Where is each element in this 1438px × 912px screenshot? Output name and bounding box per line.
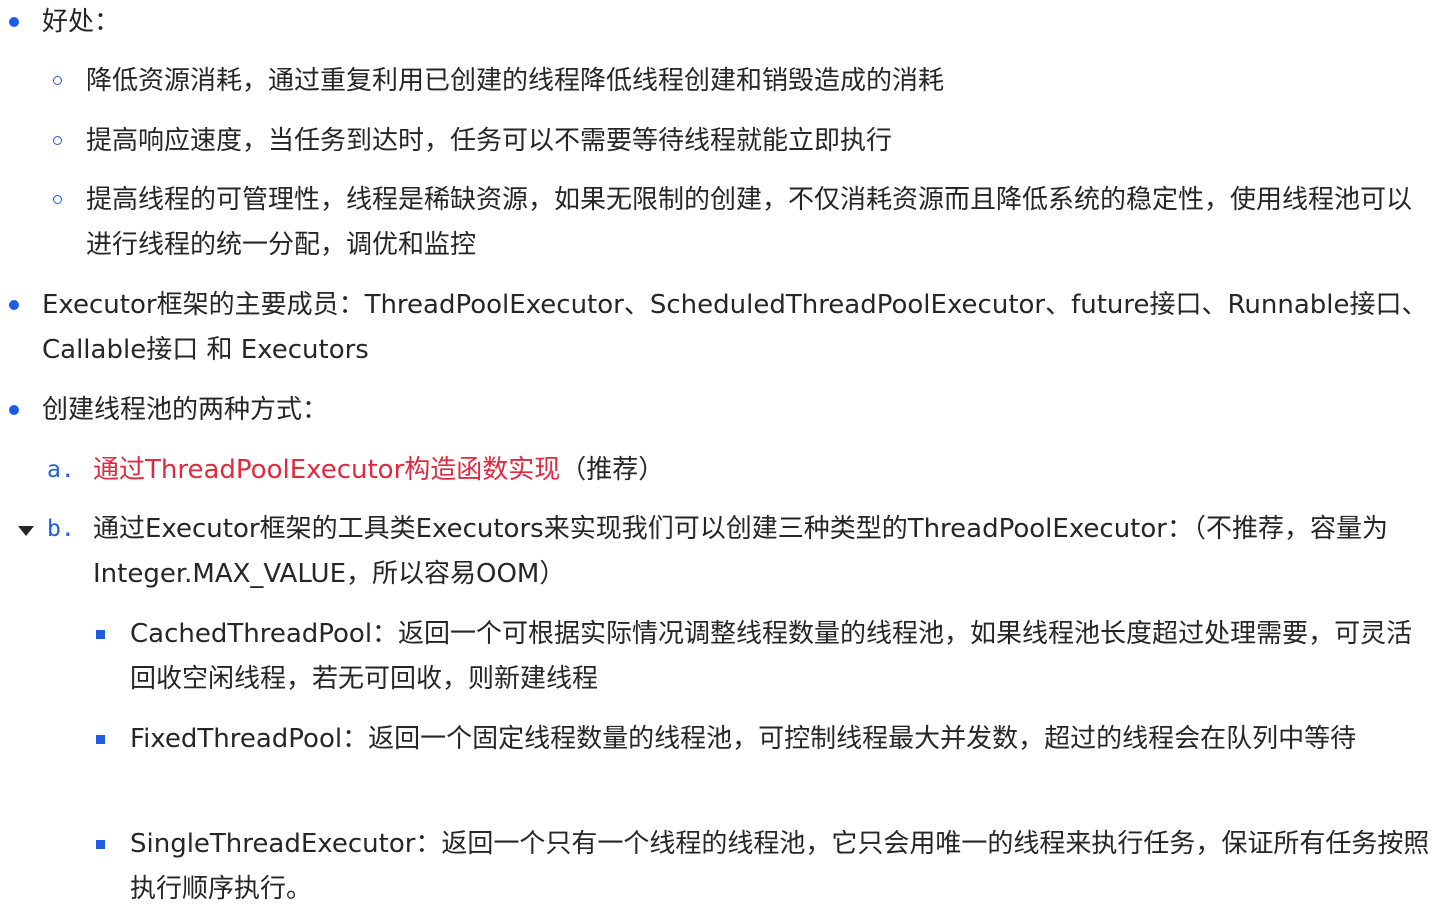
list-item-option-b: b. 通过Executor框架的工具类Executors来实现我们可以创建三种类…	[18, 507, 1430, 597]
highlight-text: 通过ThreadPoolExecutor构造函数实现	[93, 455, 561, 485]
list-item-text: 提高响应速度，当任务到达时，任务可以不需要等待线程就能立即执行	[86, 126, 893, 156]
list-item-pool-type: FixedThreadPool：返回一个固定线程数量的线程池，可控制线程最大并发…	[96, 717, 1430, 762]
collapse-caret-icon[interactable]	[18, 526, 34, 536]
ordinal-marker: b.	[47, 516, 75, 542]
bullet-square-icon	[96, 735, 105, 744]
list-item-pool-type: CachedThreadPool：返回一个可根据实际情况调整线程数量的线程池，如…	[96, 612, 1430, 702]
list-item-benefit: 降低资源消耗，通过重复利用已创建的线程降低线程创建和销毁造成的消耗	[53, 59, 1430, 104]
list-item-text: 降低资源消耗，通过重复利用已创建的线程降低线程创建和销毁造成的消耗	[86, 66, 945, 96]
list-item-benefit: 提高线程的可管理性，线程是稀缺资源，如果无限制的创建，不仅消耗资源而且降低系统的…	[53, 178, 1430, 268]
bullet-ring-icon	[53, 195, 62, 204]
list-item-pool-type: SingleThreadExecutor：返回一个只有一个线程的线程池，它只会用…	[96, 822, 1430, 912]
list-item-benefit: 提高响应速度，当任务到达时，任务可以不需要等待线程就能立即执行	[53, 119, 1430, 164]
bullet-square-icon	[96, 630, 105, 639]
list-item-creation: 创建线程池的两种方式：	[9, 388, 1430, 433]
bullet-ring-icon	[53, 76, 62, 85]
list-item-text: SingleThreadExecutor：返回一个只有一个线程的线程池，它只会用…	[130, 829, 1430, 904]
bullet-dot-icon	[9, 405, 19, 415]
list-item-text: CachedThreadPool：返回一个可根据实际情况调整线程数量的线程池，如…	[130, 619, 1413, 694]
list-item-option-a: a. 通过ThreadPoolExecutor构造函数实现（推荐）	[47, 448, 1430, 493]
note-text: （推荐）	[560, 455, 665, 485]
bullet-dot-icon	[9, 17, 19, 27]
list-item-label: 创建线程池的两种方式：	[42, 395, 329, 425]
list-item-text: FixedThreadPool：返回一个固定线程数量的线程池，可控制线程最大并发…	[130, 724, 1357, 754]
bullet-square-icon	[96, 840, 105, 849]
list-item-text: 通过Executor框架的工具类Executors来实现我们可以创建三种类型的T…	[93, 514, 1388, 589]
bullet-dot-icon	[9, 300, 19, 310]
ordinal-marker: a.	[47, 457, 75, 483]
list-item-benefits: 好处：	[9, 0, 1430, 45]
list-item-members: Executor框架的主要成员：ThreadPoolExecutor、Sched…	[9, 283, 1430, 373]
bullet-ring-icon	[53, 136, 62, 145]
list-item-label: 好处：	[42, 7, 121, 37]
list-item-text: Executor框架的主要成员：ThreadPoolExecutor、Sched…	[42, 290, 1428, 365]
list-item-text: 提高线程的可管理性，线程是稀缺资源，如果无限制的创建，不仅消耗资源而且降低系统的…	[86, 185, 1413, 260]
